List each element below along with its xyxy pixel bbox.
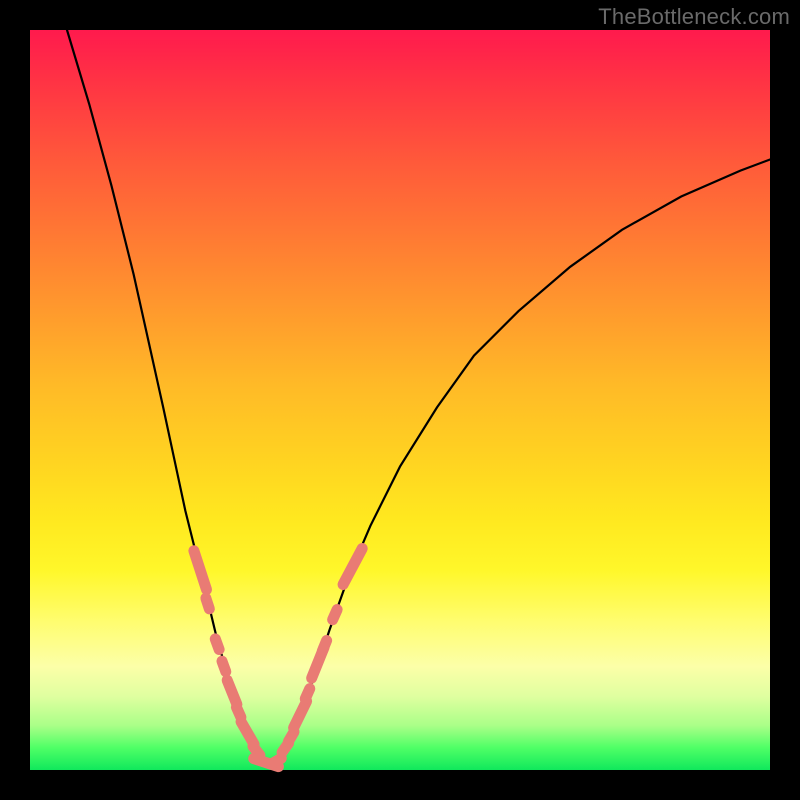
- data-marker: [336, 541, 370, 592]
- data-marker: [215, 654, 233, 679]
- data-marker: [187, 544, 213, 597]
- chart-frame: TheBottleneck.com: [0, 0, 800, 800]
- curve-right-branch: [274, 160, 770, 767]
- curve-layer: [30, 30, 770, 770]
- curve-left-branch: [67, 30, 265, 766]
- data-marker: [199, 591, 216, 616]
- watermark-text: TheBottleneck.com: [598, 4, 790, 30]
- data-marker: [208, 632, 226, 657]
- data-marker: [325, 602, 344, 627]
- plot-area: [30, 30, 770, 770]
